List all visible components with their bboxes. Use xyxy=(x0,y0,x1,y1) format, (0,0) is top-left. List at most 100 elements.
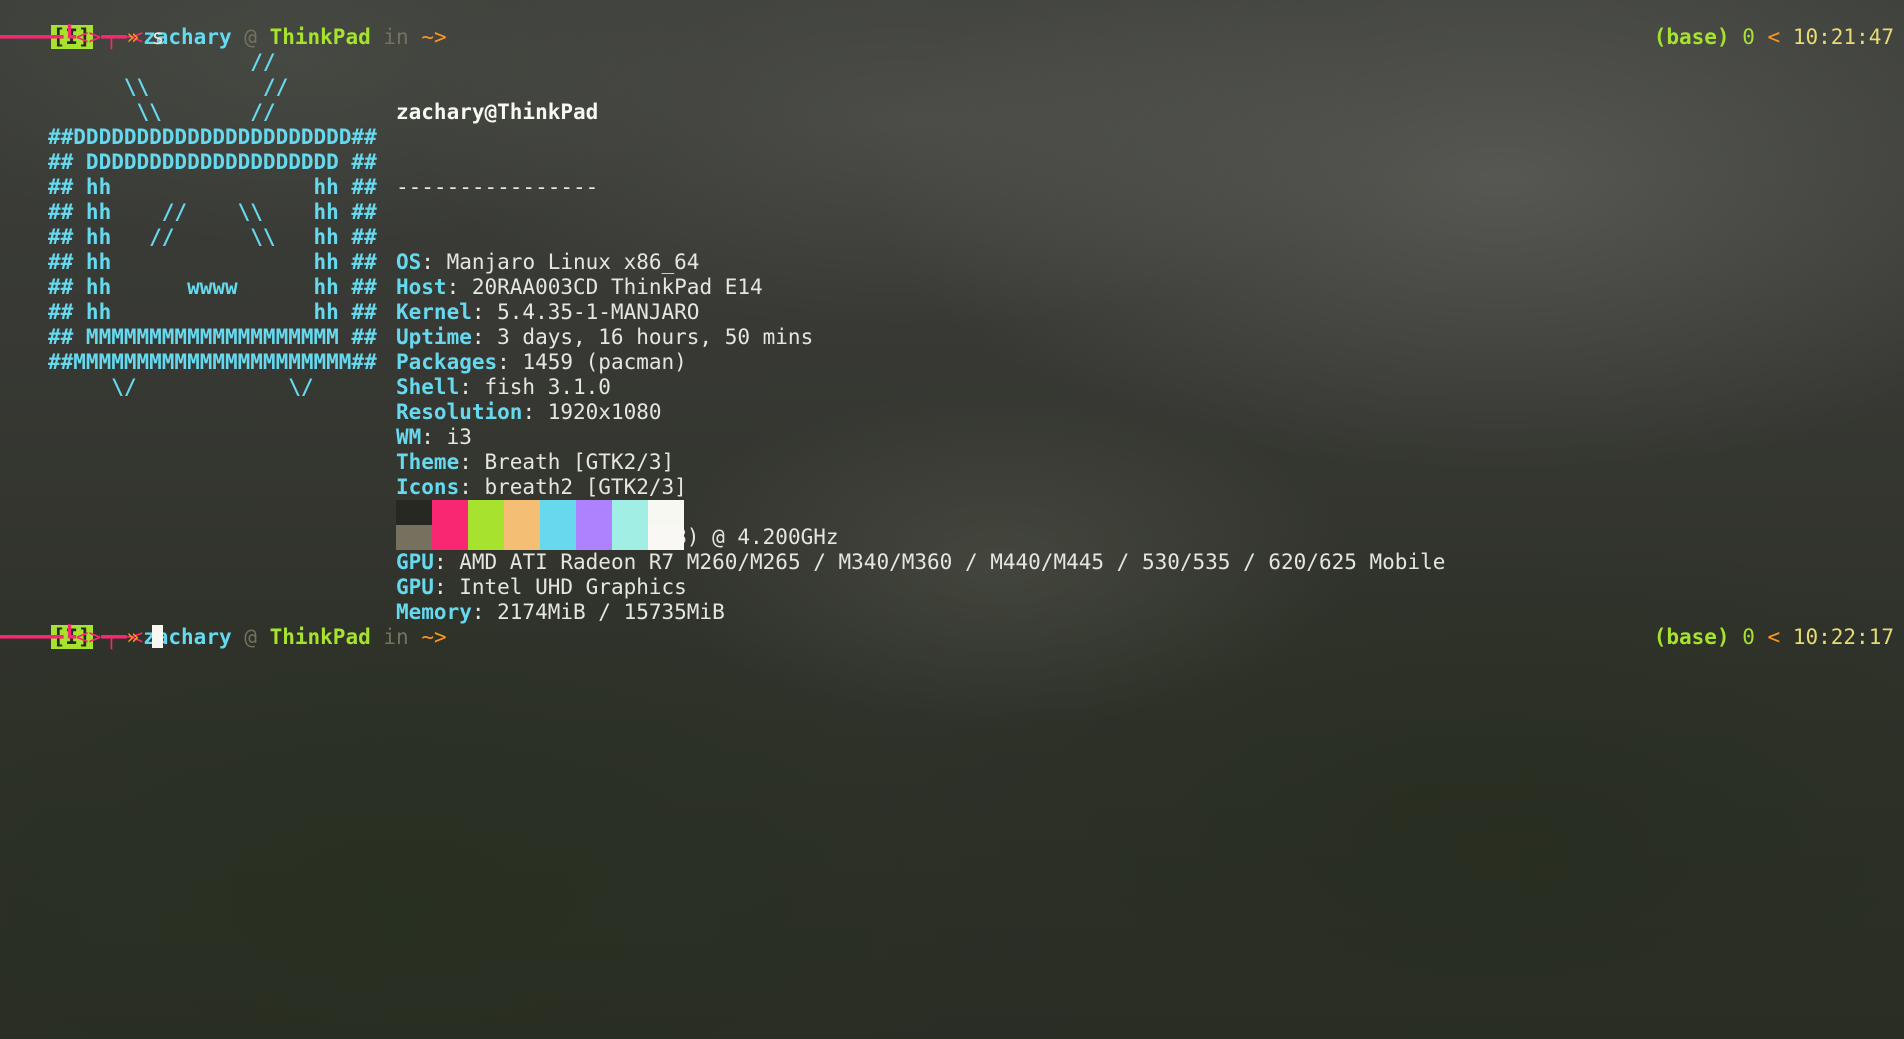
info-key: GPU xyxy=(396,575,434,599)
color-swatch xyxy=(576,500,612,525)
logo-line: \\ // xyxy=(48,75,289,99)
info-row: GPU: Intel UHD Graphics xyxy=(396,575,1445,600)
color-swatch xyxy=(648,500,684,525)
info-row: Shell: fish 3.1.0 xyxy=(396,375,1445,400)
info-key: Kernel xyxy=(396,300,472,324)
logo-line: ##DDDDDDDDDDDDDDDDDDDDDD## xyxy=(48,125,377,149)
info-row: Packages: 1459 (pacman) xyxy=(396,350,1445,375)
color-swatch xyxy=(468,525,504,550)
right-prompt-separator: < xyxy=(1767,625,1781,649)
info-row: GPU: AMD ATI Radeon R7 M260/M265 / M340/… xyxy=(396,550,1445,575)
logo-line: ## hh wwww hh ## xyxy=(48,275,377,299)
logo-line: \\ // xyxy=(48,100,276,124)
prompt-chevron-icon: » xyxy=(126,625,152,649)
right-prompt-2: (base) 0 < 10:22:17 xyxy=(1654,625,1894,650)
prompt-time: 10:22:17 xyxy=(1792,625,1894,649)
info-value: : 2174MiB / 15735MiB xyxy=(471,600,725,624)
info-value: : fish 3.1.0 xyxy=(459,375,611,399)
terminal-window[interactable]: [I] ┌─<zachary @ ThinkPad in ~> ━━━━━┗<>… xyxy=(0,0,1904,1039)
prompt-arrow-icon: ━━━━━┗<>━━ xyxy=(0,25,127,49)
color-swatch xyxy=(432,525,468,550)
info-row: WM: i3 xyxy=(396,425,1445,450)
right-prompt-separator: < xyxy=(1767,25,1781,49)
info-key: OS xyxy=(396,250,422,274)
color-swatch xyxy=(540,500,576,525)
color-swatch xyxy=(504,525,540,550)
info-row: OS: Manjaro Linux x86_64 xyxy=(396,250,1445,275)
info-value: : 1459 (pacman) xyxy=(497,350,687,374)
info-value: : 3 days, 16 hours, 50 mins xyxy=(471,325,814,349)
prompt-at: @ xyxy=(244,625,257,649)
info-key: Theme xyxy=(396,450,460,474)
info-key: GPU xyxy=(396,550,434,574)
command-line-1: ━━━━━┗<>━━» s xyxy=(0,25,164,50)
right-prompt-1: (base) 0 < 10:21:47 xyxy=(1654,25,1894,50)
prompt-in: in xyxy=(383,25,409,49)
info-separator: ---------------- xyxy=(396,175,599,199)
logo-line: ##MMMMMMMMMMMMMMMMMMMMMM## xyxy=(48,350,377,374)
logo-line: \/ \/ xyxy=(48,375,314,399)
prompt-at: @ xyxy=(244,25,257,49)
color-swatch xyxy=(468,500,504,525)
prompt-dir: ~> xyxy=(421,25,447,49)
info-key: Uptime xyxy=(396,325,472,349)
logo-line: ## hh hh ## xyxy=(48,175,377,199)
logo-line: ## hh // \\ hh ## xyxy=(48,225,377,249)
info-value: : Intel UHD Graphics xyxy=(433,575,687,599)
text-cursor xyxy=(151,625,163,648)
info-value: : 20RAA003CD ThinkPad E14 xyxy=(446,275,763,299)
color-swatch xyxy=(612,525,648,550)
prompt-chevron-icon: » xyxy=(126,25,152,49)
logo-line: ## hh hh ## xyxy=(48,300,377,324)
info-value: : 1920x1080 xyxy=(522,400,662,424)
info-row: Uptime: 3 days, 16 hours, 50 mins xyxy=(396,325,1445,350)
info-title: zachary@ThinkPad xyxy=(396,100,599,124)
prompt-time: 10:21:47 xyxy=(1792,25,1894,49)
conda-env: (base) xyxy=(1653,25,1730,49)
info-key: Packages xyxy=(396,350,498,374)
info-value: : breath2 [GTK2/3] xyxy=(459,475,687,499)
logo-line: // xyxy=(48,50,276,74)
info-value: : i3 xyxy=(421,425,472,449)
neofetch-info: zachary@ThinkPad ---------------- OS: Ma… xyxy=(396,50,1445,675)
prompt-host: ThinkPad xyxy=(269,25,371,49)
color-palette xyxy=(396,500,684,550)
color-swatch xyxy=(576,525,612,550)
logo-line: ## DDDDDDDDDDDDDDDDDDDD ## xyxy=(48,150,377,174)
info-key: Resolution xyxy=(396,400,523,424)
info-row: Icons: breath2 [GTK2/3] xyxy=(396,475,1445,500)
prompt-dir: ~> xyxy=(421,625,447,649)
color-swatch xyxy=(432,500,468,525)
info-row: Resolution: 1920x1080 xyxy=(396,400,1445,425)
command-line-2[interactable]: ━━━━━┗<>━━» xyxy=(0,625,163,650)
color-swatch xyxy=(396,525,432,550)
info-key: Icons xyxy=(396,475,460,499)
color-swatch xyxy=(612,500,648,525)
color-swatch xyxy=(396,500,432,525)
info-row: Kernel: 5.4.35-1-MANJARO xyxy=(396,300,1445,325)
color-swatch xyxy=(540,525,576,550)
info-value: : Manjaro Linux x86_64 xyxy=(421,250,700,274)
info-row: Theme: Breath [GTK2/3] xyxy=(396,450,1445,475)
info-key: Host xyxy=(396,275,447,299)
command-text: s xyxy=(151,25,165,49)
prompt-arrow-icon: ━━━━━┗<>━━ xyxy=(0,625,127,649)
info-key: Shell xyxy=(396,375,460,399)
info-value: : AMD ATI Radeon R7 M260/M265 / M340/M36… xyxy=(433,550,1446,574)
exit-status: 0 xyxy=(1742,625,1755,649)
info-row: Host: 20RAA003CD ThinkPad E14 xyxy=(396,275,1445,300)
prompt-in: in xyxy=(383,625,409,649)
logo-line: ## hh // \\ hh ## xyxy=(48,200,377,224)
conda-env: (base) xyxy=(1653,625,1730,649)
info-key: WM xyxy=(396,425,422,449)
color-swatch xyxy=(504,500,540,525)
info-value: : Breath [GTK2/3] xyxy=(459,450,675,474)
info-value: : 5.4.35-1-MANJARO xyxy=(471,300,700,324)
logo-line: ## MMMMMMMMMMMMMMMMMMMM ## xyxy=(48,325,377,349)
prompt-host: ThinkPad xyxy=(269,625,371,649)
logo-line: ## hh hh ## xyxy=(48,250,377,274)
manjaro-ascii-logo: // \\ // \\ //##DDDDDDDDDDDDDDDDDDDDDD##… xyxy=(48,50,377,400)
exit-status: 0 xyxy=(1742,25,1755,49)
info-row: Memory: 2174MiB / 15735MiB xyxy=(396,600,1445,625)
color-swatch xyxy=(648,525,684,550)
